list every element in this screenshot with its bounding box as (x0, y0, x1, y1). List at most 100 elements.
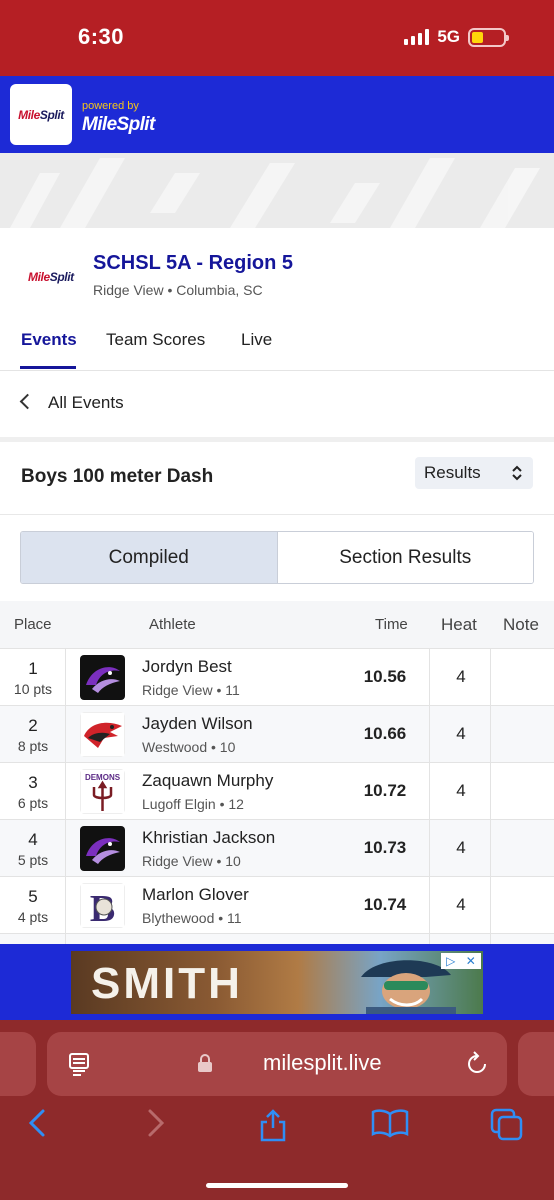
status-time: 6:30 (78, 24, 125, 49)
athlete-school: Westwood • 10 (142, 739, 236, 755)
svg-text:DEMONS: DEMONS (85, 773, 121, 782)
result-time: 10.66 (363, 724, 407, 743)
view-select[interactable]: Results (415, 457, 533, 489)
result-heat: 4 (456, 838, 466, 857)
all-events-link[interactable]: All Events (0, 371, 554, 437)
column-divider (490, 763, 491, 820)
column-divider (490, 706, 491, 763)
result-time: 10.74 (363, 895, 407, 914)
next-tab-preview[interactable] (518, 1032, 554, 1096)
table-row[interactable] (0, 933, 554, 944)
place-cell: 1 10 pts (0, 649, 66, 706)
column-divider (429, 706, 430, 763)
address-bar[interactable]: milesplit.live (47, 1032, 507, 1096)
place-number: 5 (28, 887, 38, 906)
column-divider (490, 649, 491, 706)
athlete-name[interactable]: Zaquawn Murphy (142, 771, 273, 791)
header-heat: Heat (441, 615, 477, 634)
section-results-button[interactable]: Section Results (277, 532, 533, 583)
ad-brand: SMITH (91, 959, 243, 1008)
active-tab-indicator (20, 366, 76, 369)
url-text: milesplit.live (263, 1050, 382, 1075)
tab-team-scores[interactable]: Team Scores (106, 330, 205, 350)
result-time: 10.56 (363, 667, 407, 686)
column-divider (429, 649, 430, 706)
ad-choices-icon[interactable]: ▷ ✕ (441, 953, 481, 969)
brand-header: MileSplit powered by MileSplit (0, 76, 554, 153)
result-time: 10.73 (363, 838, 407, 857)
back-arrow-icon[interactable] (26, 1108, 48, 1138)
all-events-label: All Events (48, 393, 124, 412)
ridge-view-panther-logo (80, 655, 125, 700)
athlete-school: Ridge View • 11 (142, 682, 240, 698)
browser-chrome: milesplit.live (0, 1020, 554, 1200)
section-divider (0, 437, 554, 442)
table-header: Place Athlete Time Heat Note (0, 601, 554, 648)
table-row[interactable]: 3 6 pts DEMONS Zaquawn Murphy Lugoff Elg… (0, 762, 554, 820)
place-cell: 4 5 pts (0, 820, 66, 877)
home-indicator (206, 1183, 348, 1188)
previous-tab-preview[interactable] (0, 1032, 36, 1096)
view-select-value: Results (424, 463, 481, 482)
place-points: 8 pts (17, 738, 49, 754)
athlete-name[interactable]: Khristian Jackson (142, 828, 275, 848)
column-divider (429, 934, 430, 944)
place-number: 4 (28, 830, 38, 849)
column-divider (429, 763, 430, 820)
meet-location: Ridge View • Columbia, SC (93, 282, 263, 298)
event-title: Boys 100 meter Dash (21, 466, 214, 487)
table-row[interactable]: 4 5 pts Khristian Jackson Ridge View • 1… (0, 819, 554, 877)
header-athlete: Athlete (149, 616, 196, 633)
forward-arrow-icon[interactable] (145, 1108, 167, 1138)
meet-title[interactable]: SCHSL 5A - Region 5 (93, 252, 293, 275)
table-row[interactable]: 5 4 pts B Marlon Glover Blythewood • 11 … (0, 876, 554, 934)
result-heat: 4 (456, 781, 466, 800)
signal-icon (404, 29, 430, 45)
column-divider (429, 820, 430, 877)
place-points: 6 pts (17, 795, 49, 811)
tab-events[interactable]: Events (21, 330, 77, 350)
ad-banner-container: SMITH ▷ ✕ (0, 944, 554, 1020)
header-place: Place (14, 616, 52, 633)
share-icon[interactable] (258, 1108, 288, 1142)
athlete-name[interactable]: Jordyn Best (142, 657, 232, 677)
column-divider (490, 934, 491, 944)
result-heat: 4 (456, 667, 466, 686)
place-cell: 2 8 pts (0, 706, 66, 763)
place-number: 1 (28, 659, 38, 678)
compiled-button[interactable]: Compiled (21, 532, 278, 583)
powered-by-label: powered by (82, 100, 139, 112)
divider (0, 514, 554, 515)
result-heat: 4 (456, 724, 466, 743)
athlete-school: Blythewood • 11 (142, 910, 242, 926)
athlete-name[interactable]: Marlon Glover (142, 885, 249, 905)
smith-ad[interactable]: SMITH ▷ ✕ (71, 951, 483, 1014)
chevron-left-icon (19, 393, 36, 410)
table-row[interactable]: 1 10 pts Jordyn Best Ridge View • 11 10.… (0, 648, 554, 706)
reader-mode-icon[interactable] (67, 1052, 91, 1076)
place-cell: 5 4 pts (0, 877, 66, 934)
column-divider (490, 820, 491, 877)
reload-icon[interactable] (465, 1050, 489, 1076)
lugoff-elgin-demons-logo: DEMONS (80, 769, 125, 814)
network-label: 5G (437, 27, 460, 46)
results-table: Place Athlete Time Heat Note 1 10 pts Jo… (0, 601, 554, 944)
athlete-school: Ridge View • 10 (142, 853, 241, 869)
tabs-icon[interactable] (490, 1108, 524, 1142)
table-row[interactable]: 2 8 pts Jayden Wilson Westwood • 10 10.6… (0, 705, 554, 763)
tab-live[interactable]: Live (241, 330, 272, 350)
meet-tabs: Events Team Scores Live (0, 318, 554, 371)
blythewood-bengal-logo: B (80, 883, 125, 928)
place-number: 3 (28, 773, 38, 792)
bookmarks-icon[interactable] (371, 1108, 409, 1138)
header-pattern (0, 153, 554, 228)
updown-chevron-icon (512, 465, 522, 481)
ridge-view-panther-logo (80, 826, 125, 871)
milesplit-logo[interactable]: MileSplit (10, 84, 72, 145)
place-points: 10 pts (13, 681, 53, 697)
athlete-name[interactable]: Jayden Wilson (142, 714, 253, 734)
status-bar: 6:30 5G (0, 0, 554, 76)
column-divider (429, 877, 430, 934)
athlete-school: Lugoff Elgin • 12 (142, 796, 244, 812)
column-divider (490, 877, 491, 934)
